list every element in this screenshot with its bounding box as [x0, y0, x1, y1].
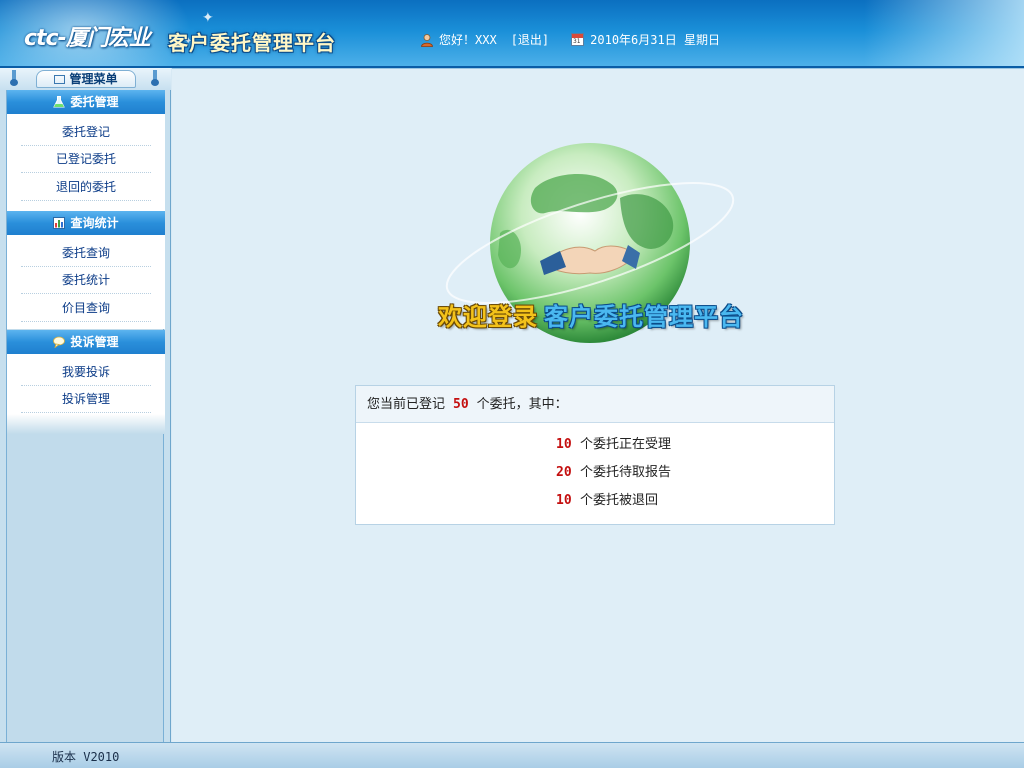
sidebar-item-register-delegation[interactable]: 委托登记 [7, 118, 165, 146]
welcome-platform-title: 客户委托管理平台 [544, 303, 744, 331]
sidebar: 管理菜单 委托管理 委托登记 已登记委托 退回的委托 查询统计 委托查询 委托统… [0, 68, 171, 742]
divider [21, 200, 151, 201]
footer: 版本 V2010 [0, 742, 1024, 768]
menu-icon [54, 75, 66, 84]
divider [21, 321, 151, 322]
sidebar-item-complaint-management[interactable]: 投诉管理 [7, 385, 165, 413]
row-count: 20 [556, 465, 572, 480]
pin-icon [151, 70, 159, 86]
menu-item-label: 投诉管理 [61, 392, 110, 406]
summary-row-awaiting-report: 20 个委托待取报告 [556, 464, 671, 492]
menu-title: 管理菜单 [69, 72, 118, 86]
menu-title-tab: 管理菜单 [36, 70, 136, 88]
summary-prefix: 您当前已登记 [367, 397, 446, 412]
sidebar-item-returned-delegations[interactable]: 退回的委托 [7, 173, 165, 201]
version-label: 版本 V2010 [52, 750, 120, 764]
current-date: 2010年6月31日 星期日 [590, 33, 720, 47]
greeting-text: 您好！XXX [439, 33, 497, 47]
summary-suffix: 个委托，其中： [476, 397, 568, 412]
platform-title: 客户委托管理平台 [168, 31, 336, 55]
sidebar-item-delegation-stats[interactable]: 委托统计 [7, 266, 165, 294]
menu-item-label: 我要投诉 [61, 365, 110, 379]
divider [21, 412, 151, 413]
menu-item-label: 价目查询 [61, 301, 110, 315]
welcome-text: 欢迎登录 [438, 303, 538, 331]
menu-item-label: 委托统计 [61, 273, 110, 287]
menu-item-label: 已登记委托 [55, 152, 116, 166]
sidebar-item-delegation-query[interactable]: 委托查询 [7, 239, 165, 267]
sparkle-icon: ✦ [202, 10, 214, 26]
logout-link[interactable]: [退出] [511, 31, 549, 48]
section-header-query-stats[interactable]: 查询统计 [7, 211, 165, 235]
flask-icon [53, 96, 66, 108]
section-body-delegation: 委托登记 已登记委托 退回的委托 [7, 114, 165, 211]
speech-bubble-icon [53, 336, 66, 348]
sidebar-item-file-complaint[interactable]: 我要投诉 [7, 358, 165, 386]
section-header-delegation[interactable]: 委托管理 [7, 90, 165, 114]
section-body-query-stats: 委托查询 委托统计 价目查询 [7, 235, 165, 329]
total-count: 50 [453, 397, 469, 412]
section-title: 委托管理 [70, 95, 119, 109]
row-count: 10 [556, 437, 572, 452]
summary-header: 您当前已登记 50 个委托，其中： [356, 386, 834, 423]
pin-icon [10, 70, 18, 86]
company-logo: ctc-厦门宏业 [24, 26, 151, 51]
section-body-complaints: 我要投诉 投诉管理 [7, 354, 165, 414]
calendar-icon: 31 [571, 33, 585, 46]
sidebar-menu: 委托管理 委托登记 已登记委托 退回的委托 查询统计 委托查询 委托统计 价目查… [6, 90, 165, 742]
section-title: 投诉管理 [70, 335, 119, 349]
chart-icon [53, 217, 66, 229]
calendar-day: 31 [573, 38, 581, 45]
menu-item-label: 退回的委托 [55, 180, 116, 194]
row-text: 个委托待取报告 [580, 465, 672, 480]
sidebar-item-price-query[interactable]: 价目查询 [7, 294, 165, 322]
summary-row-returned: 10 个委托被退回 [556, 492, 671, 520]
section-header-complaints[interactable]: 投诉管理 [7, 330, 165, 354]
header: ✦ ✦ ctc-厦门宏业 客户委托管理平台 您好！XXX [退出] 31 201… [0, 0, 1024, 68]
sidebar-item-registered-delegations[interactable]: 已登记委托 [7, 145, 165, 173]
section-title: 查询统计 [70, 216, 119, 230]
summary-row-processing: 10 个委托正在受理 [556, 436, 671, 464]
menu-header: 管理菜单 [0, 68, 171, 90]
summary-rows: 10 个委托正在受理 20 个委托待取报告 10 个委托被退回 [556, 436, 671, 520]
row-text: 个委托正在受理 [580, 437, 672, 452]
row-text: 个委托被退回 [580, 493, 659, 508]
menu-fade [7, 414, 165, 434]
menu-item-label: 委托查询 [61, 246, 110, 260]
main-content: 欢迎登录 客户委托管理平台 您当前已登记 50 个委托，其中： 10 个委托正在受理 … [172, 68, 1024, 742]
user-icon [421, 33, 433, 47]
handshake-banner [864, 0, 1024, 68]
delegation-summary-panel: 您当前已登记 50 个委托，其中： 10 个委托正在受理 20 个委托待取报告 10 个委… [355, 385, 835, 525]
menu-item-label: 委托登记 [61, 125, 110, 139]
welcome-banner: 欢迎登录 客户委托管理平台 [438, 297, 744, 332]
row-count: 10 [556, 493, 572, 508]
user-bar: 您好！XXX [退出] 31 2010年6月31日 星期日 [420, 31, 720, 48]
